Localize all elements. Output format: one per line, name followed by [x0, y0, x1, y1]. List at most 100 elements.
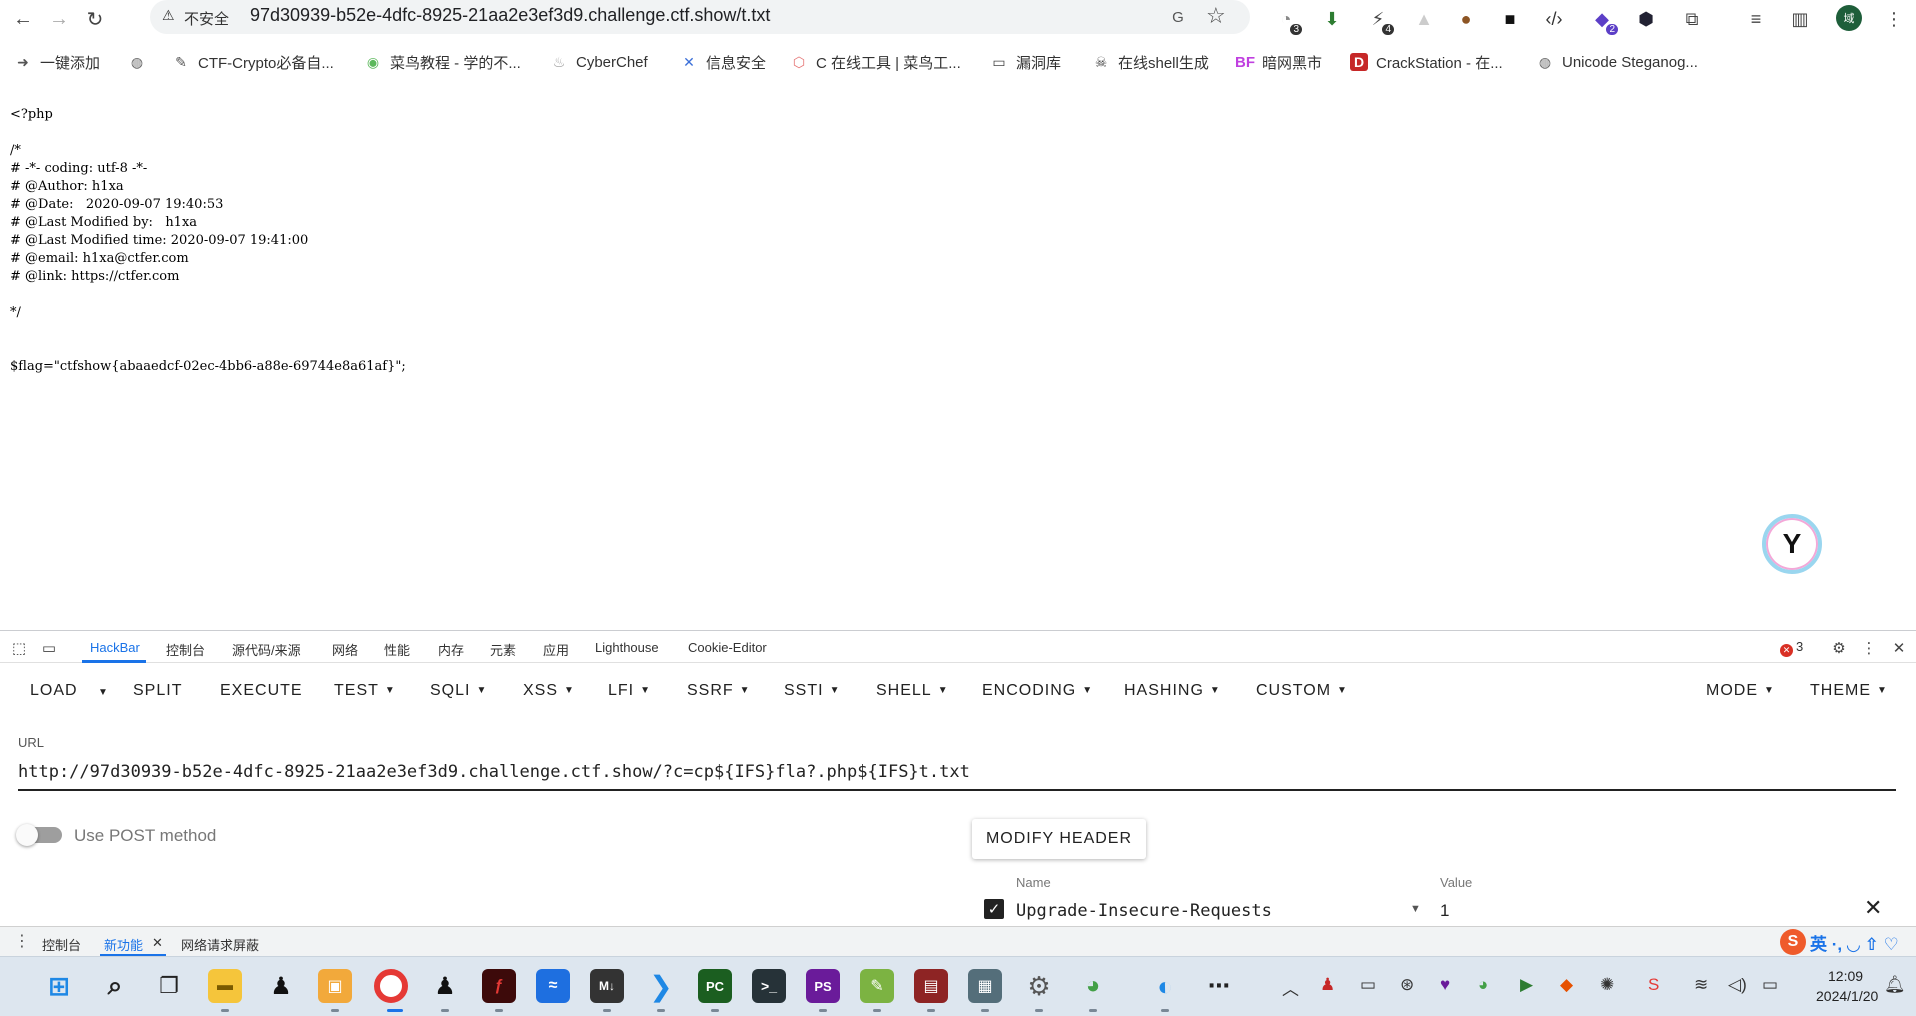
drawer-tab-whats-new[interactable]: 新功能 [104, 935, 143, 954]
encoding-menu[interactable]: ENCODING ▼ [982, 682, 1093, 700]
qq-icon[interactable]: ♟ [264, 969, 298, 1003]
modify-header-button[interactable]: MODIFY HEADER [972, 819, 1146, 859]
clock-time[interactable]: 12:09 [1828, 968, 1863, 984]
url-text[interactable]: 97d30939-b52e-4dfc-8925-21aa2e3ef3d9.cha… [250, 5, 770, 26]
tab-performance[interactable]: 性能 [384, 640, 410, 659]
lfi-menu[interactable]: LFI ▼ [608, 682, 651, 700]
hashing-menu[interactable]: HASHING ▼ [1124, 682, 1221, 700]
chevron-up-icon[interactable]: ︿ [1282, 975, 1299, 1000]
windows-start-icon[interactable]: ⊞ [42, 969, 76, 1003]
app-icon[interactable]: ▣ [318, 969, 352, 1003]
tab-elements[interactable]: 元素 [490, 640, 516, 659]
header-name-field[interactable]: Upgrade-Insecure-Requests [1016, 901, 1272, 921]
tab-cookie-editor[interactable]: Cookie-Editor [688, 640, 767, 655]
sqli-menu[interactable]: SQLI ▼ [430, 682, 487, 700]
chrome-icon[interactable] [374, 969, 408, 1003]
close-icon[interactable]: ✕ [152, 935, 163, 951]
bookmark-item[interactable]: ⬡ C 在线工具 | 菜鸟工... [790, 50, 961, 74]
device-toolbar-icon[interactable]: ▭ [38, 637, 60, 659]
xss-menu[interactable]: XSS ▼ [523, 682, 575, 700]
bookmark-item[interactable]: ◍ [128, 50, 154, 74]
vscode-icon[interactable]: ❯ [644, 969, 678, 1003]
bookmark-item[interactable]: ♨ CyberChef [550, 50, 648, 74]
profile-avatar[interactable]: 域 [1836, 5, 1862, 31]
bookmark-star-icon[interactable]: ☆ [1206, 3, 1226, 29]
tab-console[interactable]: 控制台 [166, 640, 205, 659]
load-button[interactable]: LOAD [30, 682, 78, 700]
remove-header-icon[interactable]: ✕ [1864, 895, 1882, 921]
qq-icon[interactable]: ♟ [428, 969, 462, 1003]
terminal-icon[interactable]: >_ [752, 969, 786, 1003]
drawer-tab-request-blocking[interactable]: 网络请求屏蔽 [181, 935, 259, 954]
qq-tray-icon[interactable]: ♟ [1320, 975, 1335, 995]
extension-icon[interactable]: ■ [1496, 5, 1524, 33]
app-tray-icon[interactable]: ▶ [1520, 975, 1533, 995]
extension-icon[interactable]: ⚡ 4 [1364, 5, 1394, 35]
address-bar[interactable]: ⚠ 不安全 97d30939-b52e-4dfc-8925-21aa2e3ef3… [150, 0, 1250, 34]
settings-gear-icon[interactable]: ⚙ [1828, 637, 1850, 659]
more-apps-icon[interactable]: ⋯ [1202, 969, 1236, 1003]
extension-icon[interactable]: ◆ 2 [1588, 5, 1618, 35]
bookmark-item[interactable]: ▭ 漏洞库 [990, 50, 1061, 74]
media-icon[interactable]: ≡ [1742, 5, 1770, 33]
bookmark-item[interactable]: ◍ Unicode Steganog... [1536, 50, 1698, 74]
drawer-tab-console[interactable]: 控制台 [42, 935, 81, 954]
tab-application[interactable]: 应用 [543, 640, 569, 659]
inspect-element-icon[interactable]: ⬚ [8, 637, 30, 659]
tab-lighthouse[interactable]: Lighthouse [595, 640, 659, 655]
notification-bell-icon[interactable]: 🔔︎ [1884, 975, 1906, 995]
tab-sources[interactable]: 源代码/来源 [232, 640, 301, 659]
toggle-knob[interactable] [16, 824, 38, 846]
custom-menu[interactable]: CUSTOM ▼ [1256, 682, 1348, 700]
code-icon[interactable]: ‹/› [1540, 5, 1568, 33]
shield-icon[interactable]: ⬢ [1632, 5, 1660, 33]
close-icon[interactable]: ✕ [1888, 637, 1910, 659]
bookmark-item[interactable]: BF 暗网黑市 [1235, 50, 1322, 74]
settings-gear-icon[interactable]: ⚙ [1022, 969, 1056, 1003]
file-explorer-icon[interactable]: ▬ [208, 969, 242, 1003]
app-tray-icon[interactable]: ◆ [1560, 975, 1573, 995]
flash-icon[interactable]: ƒ [482, 969, 516, 1003]
tab-network[interactable]: 网络 [332, 640, 358, 659]
wifi-icon[interactable]: ≋ [1694, 975, 1708, 995]
bookmark-item[interactable]: ➜ 一键添加 [14, 50, 100, 74]
mode-menu[interactable]: MODE ▼ [1706, 682, 1775, 700]
download-extension-icon[interactable]: ⬇ [1318, 5, 1346, 33]
wechat-icon[interactable]: ◕ [1076, 969, 1110, 1003]
wechat-tray-icon[interactable]: ◕ [1478, 975, 1488, 995]
back-arrow-icon[interactable]: ← [8, 4, 38, 34]
chevron-down-icon[interactable]: ▼ [1410, 903, 1421, 915]
app-tray-icon[interactable]: ♥ [1440, 975, 1450, 995]
app-icon[interactable]: ≈ [536, 969, 570, 1003]
header-enabled-checkbox[interactable]: ✓ [984, 899, 1004, 919]
app-tray-icon[interactable]: ✺ [1600, 975, 1614, 995]
phpstorm-icon[interactable]: PS [806, 969, 840, 1003]
extension-icon[interactable]: ◔ 3 [1272, 5, 1302, 35]
cookie-icon[interactable]: ● [1452, 5, 1480, 33]
floating-assistant-icon[interactable]: Y [1762, 514, 1822, 574]
bookmark-item[interactable]: ✎ CTF-Crypto必备自... [172, 50, 334, 74]
error-counter[interactable]: ✕ 3 [1780, 639, 1803, 657]
header-value-field[interactable]: 1 [1440, 901, 1449, 921]
theme-menu[interactable]: THEME ▼ [1810, 682, 1888, 700]
sogou-tray-icon[interactable]: S [1648, 975, 1659, 995]
warning-icon[interactable]: ⚠ [162, 7, 175, 24]
search-icon[interactable]: ⌕ [98, 969, 132, 1003]
bookmark-item[interactable]: ☠ 在线shell生成 [1092, 50, 1209, 74]
more-options-icon[interactable]: ⋮ [1858, 637, 1880, 659]
puzzle-icon[interactable]: ⧉ [1678, 5, 1706, 33]
side-panel-icon[interactable]: ▥ [1786, 5, 1814, 33]
volume-icon[interactable]: ◁) [1728, 975, 1747, 995]
task-view-icon[interactable]: ❐ [152, 969, 186, 1003]
pycharm-icon[interactable]: PC [698, 969, 732, 1003]
execute-button[interactable]: EXECUTE [220, 682, 303, 700]
ssrf-menu[interactable]: SSRF ▼ [687, 682, 751, 700]
tab-memory[interactable]: 内存 [438, 640, 464, 659]
edge-icon[interactable]: ◐ [1148, 969, 1182, 1003]
calculator-icon[interactable]: ▦ [968, 969, 1002, 1003]
menu-dots-icon[interactable]: ⋮ [1880, 5, 1908, 33]
reload-icon[interactable]: ↻ [80, 4, 110, 34]
bookmark-item[interactable]: D CrackStation - 在... [1350, 50, 1503, 74]
app-icon[interactable]: ✎ [860, 969, 894, 1003]
split-button[interactable]: SPLIT [133, 682, 182, 700]
